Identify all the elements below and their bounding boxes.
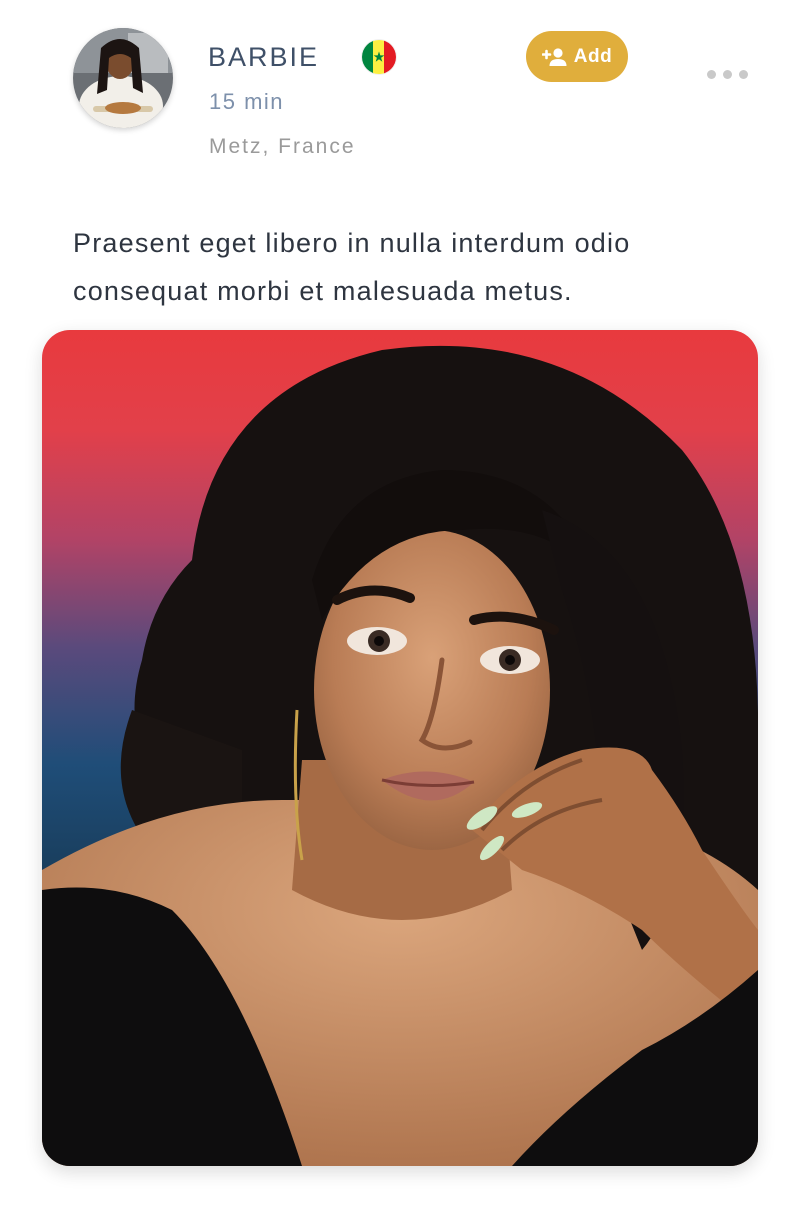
more-horizontal-icon	[706, 69, 716, 79]
add-person-icon	[541, 47, 567, 66]
senegal-flag-icon	[362, 40, 396, 74]
more-options-button[interactable]	[700, 62, 754, 86]
add-button-label: Add	[573, 45, 613, 67]
post-caption: Praesent eget libero in nulla interdum o…	[73, 228, 631, 306]
post-time: 15 min	[209, 89, 285, 114]
post-card: BARBIE 15 min Metz, France Add Praesent …	[0, 0, 800, 1213]
avatar[interactable]	[73, 28, 173, 128]
post-photo[interactable]	[42, 330, 758, 1166]
username[interactable]: BARBIE	[208, 42, 319, 73]
post-location: Metz, France	[209, 135, 356, 158]
add-friend-button[interactable]: Add	[526, 31, 628, 82]
